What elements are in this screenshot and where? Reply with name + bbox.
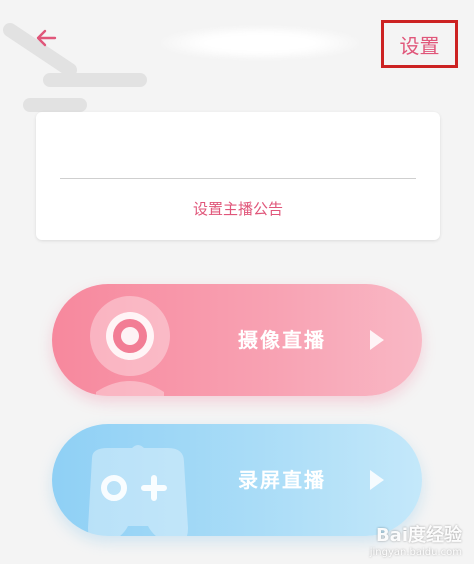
play-arrow-icon <box>370 330 384 350</box>
notice-card: 设置主播公告 <box>36 112 440 240</box>
baidu-jingyan-watermark: Bai度经验 jingyan.baidu.com <box>370 521 462 558</box>
screen-live-label: 录屏直播 <box>238 468 326 492</box>
watermark-url: jingyan.baidu.com <box>369 547 462 558</box>
back-button[interactable] <box>30 22 62 54</box>
watermark-brand: Bai度经验 <box>375 525 462 546</box>
set-notice-link[interactable]: 设置主播公告 <box>36 198 440 219</box>
notice-divider <box>60 178 416 179</box>
blurred-title <box>160 26 360 60</box>
webcam-icon <box>90 296 170 396</box>
header: 设置 <box>0 0 474 80</box>
back-arrow-icon <box>36 29 57 47</box>
camera-live-button[interactable]: 摄像直播 <box>52 284 422 396</box>
screen-live-button[interactable]: 录屏直播 <box>52 424 422 536</box>
settings-button[interactable]: 设置 <box>381 20 458 68</box>
camera-live-label: 摄像直播 <box>238 328 326 352</box>
notice-input[interactable] <box>58 134 418 176</box>
play-arrow-icon <box>370 470 384 490</box>
gamepad-icon <box>88 445 188 536</box>
